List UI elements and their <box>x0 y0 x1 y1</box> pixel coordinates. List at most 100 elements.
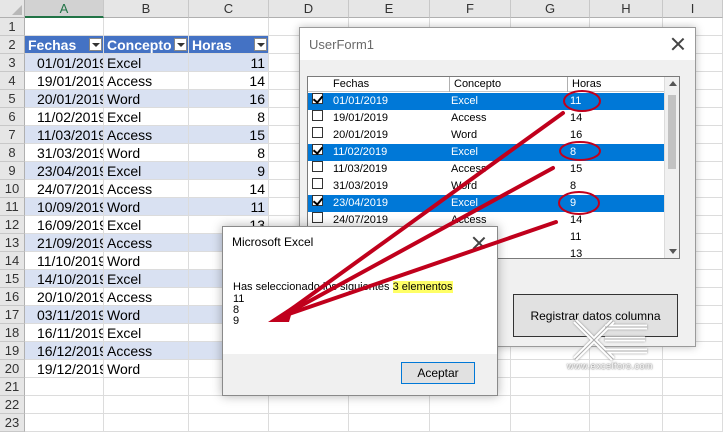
listbox-scrollbar[interactable] <box>664 77 679 258</box>
table-cell[interactable]: 16 <box>189 90 269 108</box>
row-header-14[interactable]: 14 <box>0 252 25 270</box>
accept-button[interactable]: Aceptar <box>401 362 475 384</box>
row-header-12[interactable]: 12 <box>0 216 25 234</box>
checkbox[interactable] <box>312 212 323 223</box>
checkbox[interactable] <box>312 110 323 121</box>
row-header-13[interactable]: 13 <box>0 234 25 252</box>
table-cell[interactable]: Word <box>104 252 189 270</box>
scroll-up-icon[interactable] <box>669 81 677 86</box>
table-cell[interactable]: Excel <box>104 216 189 234</box>
cell-i20[interactable] <box>663 360 723 378</box>
row-header-22[interactable]: 22 <box>0 396 25 414</box>
cell-a21[interactable] <box>25 378 104 396</box>
checkbox[interactable] <box>312 161 323 172</box>
row-header-9[interactable]: 9 <box>0 162 25 180</box>
cell-c1[interactable] <box>189 18 269 36</box>
table-cell[interactable]: 10/09/2019 <box>25 198 104 216</box>
checkbox[interactable] <box>312 178 323 189</box>
checkbox[interactable] <box>312 144 323 155</box>
listbox-row[interactable]: 11/02/2019 Excel 8 <box>308 144 665 161</box>
table-cell[interactable]: Access <box>104 126 189 144</box>
scroll-down-icon[interactable] <box>669 249 677 254</box>
table-cell[interactable]: Access <box>104 180 189 198</box>
table-cell[interactable]: 24/07/2019 <box>25 180 104 198</box>
listbox-row[interactable]: 23/04/2019 Excel 9 <box>308 195 665 212</box>
table-cell[interactable]: 16/11/2019 <box>25 324 104 342</box>
table-cell[interactable]: 14/10/2019 <box>25 270 104 288</box>
table-cell[interactable]: 11/02/2019 <box>25 108 104 126</box>
cell-g23[interactable] <box>511 414 590 432</box>
filter-dropdown-icon[interactable] <box>254 38 267 51</box>
cell-d23[interactable] <box>269 414 349 432</box>
column-header-h[interactable]: H <box>590 0 663 18</box>
row-header-8[interactable]: 8 <box>0 144 25 162</box>
table-cell[interactable]: Excel <box>104 270 189 288</box>
table-cell[interactable]: Word <box>104 90 189 108</box>
filter-dropdown-icon[interactable] <box>174 38 187 51</box>
table-cell[interactable]: Access <box>104 234 189 252</box>
table-cell[interactable]: 23/04/2019 <box>25 162 104 180</box>
listbox-row[interactable]: 20/01/2019 Word 16 <box>308 127 665 144</box>
table-cell[interactable]: 19/12/2019 <box>25 360 104 378</box>
checkbox[interactable] <box>312 195 323 206</box>
checkbox[interactable] <box>312 93 323 104</box>
table-cell[interactable]: 20/01/2019 <box>25 90 104 108</box>
checkbox[interactable] <box>312 127 323 138</box>
column-header-f[interactable]: F <box>430 0 511 18</box>
cell-a22[interactable] <box>25 396 104 414</box>
table-cell[interactable]: Excel <box>104 108 189 126</box>
table-cell[interactable]: 14 <box>189 180 269 198</box>
listbox-row[interactable]: 11/03/2019 Access 15 <box>308 161 665 178</box>
row-header-6[interactable]: 6 <box>0 108 25 126</box>
table-cell[interactable]: 16/12/2019 <box>25 342 104 360</box>
table-cell[interactable]: 21/09/2019 <box>25 234 104 252</box>
listbox-row[interactable]: 19/01/2019 Access 14 <box>308 110 665 127</box>
row-header-1[interactable]: 1 <box>0 18 25 36</box>
table-cell[interactable]: 31/03/2019 <box>25 144 104 162</box>
cell-e22[interactable] <box>349 396 430 414</box>
row-header-15[interactable]: 15 <box>0 270 25 288</box>
table-cell[interactable]: Word <box>104 144 189 162</box>
row-header-17[interactable]: 17 <box>0 306 25 324</box>
cell-c23[interactable] <box>189 414 269 432</box>
row-header-16[interactable]: 16 <box>0 288 25 306</box>
table-cell[interactable]: Word <box>104 360 189 378</box>
table-cell[interactable]: 16/09/2019 <box>25 216 104 234</box>
row-header-7[interactable]: 7 <box>0 126 25 144</box>
listbox-row[interactable]: 01/01/2019 Excel 11 <box>308 93 665 110</box>
column-header-i[interactable]: I <box>663 0 723 18</box>
cell-d22[interactable] <box>269 396 349 414</box>
row-header-4[interactable]: 4 <box>0 72 25 90</box>
table-cell[interactable]: Excel <box>104 54 189 72</box>
cell-i23[interactable] <box>663 414 723 432</box>
cell-f23[interactable] <box>430 414 511 432</box>
row-header-5[interactable]: 5 <box>0 90 25 108</box>
row-header-23[interactable]: 23 <box>0 414 25 432</box>
table-cell[interactable]: Excel <box>104 162 189 180</box>
column-header-d[interactable]: D <box>269 0 349 18</box>
table-cell[interactable]: Word <box>104 198 189 216</box>
cell-b22[interactable] <box>104 396 189 414</box>
row-header-2[interactable]: 2 <box>0 36 25 54</box>
close-icon[interactable] <box>471 235 487 251</box>
close-icon[interactable] <box>670 36 686 52</box>
table-cell[interactable]: 19/01/2019 <box>25 72 104 90</box>
table-cell[interactable]: 11/10/2019 <box>25 252 104 270</box>
filter-dropdown-icon[interactable] <box>89 38 102 51</box>
select-all-corner[interactable] <box>0 0 25 18</box>
cell-i22[interactable] <box>663 396 723 414</box>
row-header-21[interactable]: 21 <box>0 378 25 396</box>
cell-h21[interactable] <box>590 378 663 396</box>
table-cell[interactable]: 15 <box>189 126 269 144</box>
table-cell[interactable]: Word <box>104 306 189 324</box>
table-cell[interactable]: Excel <box>104 324 189 342</box>
table-cell[interactable]: 9 <box>189 162 269 180</box>
cell-c22[interactable] <box>189 396 269 414</box>
cell-g21[interactable] <box>511 378 590 396</box>
row-header-20[interactable]: 20 <box>0 360 25 378</box>
cell-h23[interactable] <box>590 414 663 432</box>
cell-b1[interactable] <box>104 18 189 36</box>
cell-i21[interactable] <box>663 378 723 396</box>
table-cell[interactable]: Access <box>104 342 189 360</box>
cell-h22[interactable] <box>590 396 663 414</box>
